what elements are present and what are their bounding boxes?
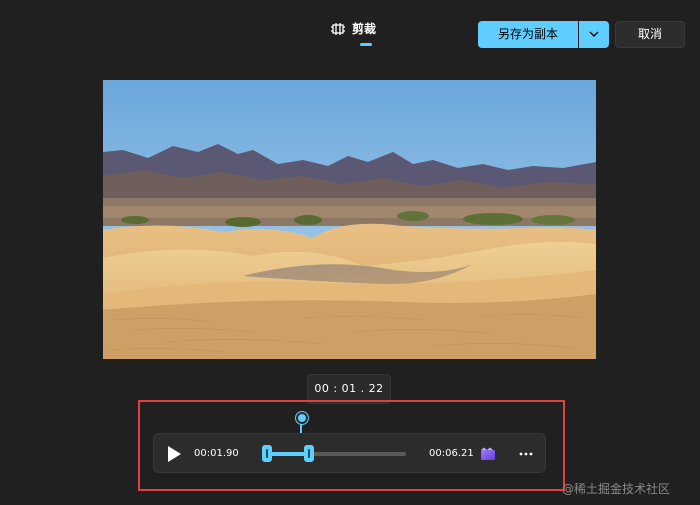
tab-trim[interactable]: 剪裁 — [330, 18, 376, 48]
trim-icon — [331, 23, 345, 35]
cancel-button[interactable]: 取消 — [615, 21, 685, 48]
trim-end-handle[interactable] — [304, 445, 314, 462]
trim-start-handle[interactable] — [262, 445, 272, 462]
watermark-text: @稀土掘金技术社区 — [562, 482, 671, 496]
trim-start-time: 00:01.90 — [194, 448, 239, 459]
tab-active-indicator — [360, 43, 372, 46]
tab-trim-label: 剪裁 — [352, 22, 377, 36]
more-icon[interactable] — [518, 446, 534, 462]
play-icon[interactable] — [166, 445, 182, 463]
trim-control-bar: 00:01.90 00:06.21 — [153, 433, 546, 473]
save-as-copy-group: 另存为副本 — [478, 21, 609, 48]
timeline-selected-range — [267, 452, 309, 456]
clip-icon[interactable] — [480, 447, 496, 461]
video-preview — [103, 80, 596, 359]
desert-dunes-image — [103, 80, 596, 359]
trim-window: 剪裁 另存为副本 取消 00: 01 . 22 00:01.90 00:06.… — [0, 0, 700, 505]
save-as-copy-button[interactable]: 另存为副本 — [478, 21, 578, 48]
save-options-dropdown-button[interactable] — [579, 21, 609, 48]
chevron-down-icon — [589, 31, 599, 37]
trim-end-time: 00:06.21 — [429, 448, 474, 459]
playhead-handle[interactable] — [296, 412, 308, 424]
